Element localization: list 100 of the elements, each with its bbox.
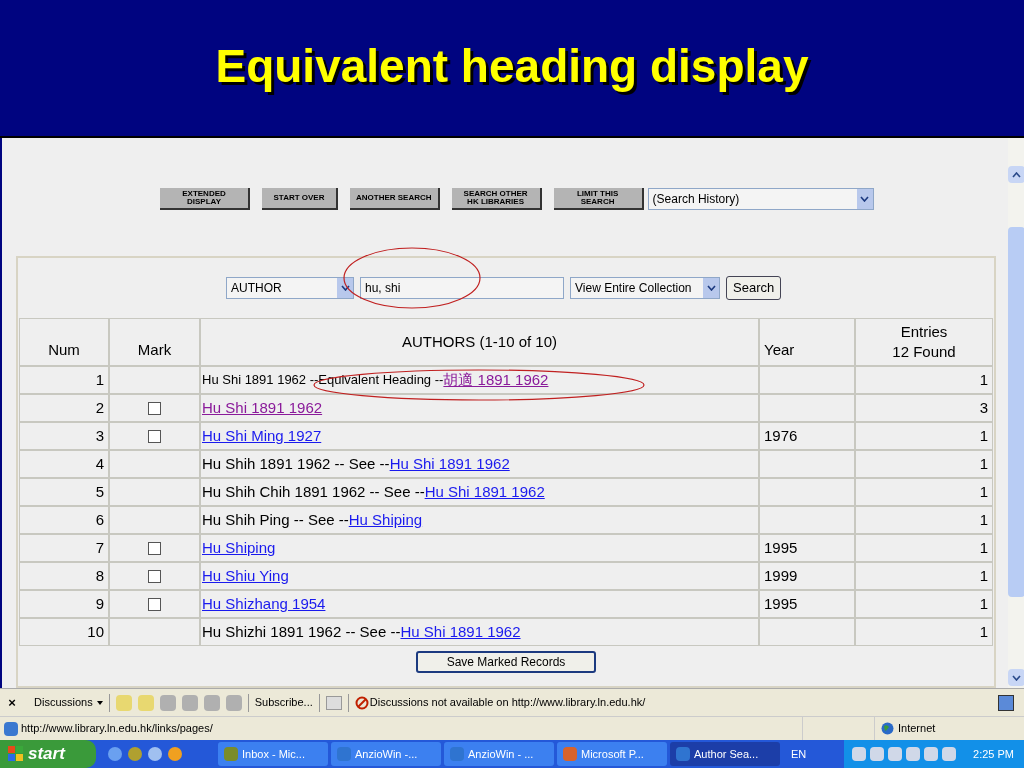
subscribe-button[interactable]: Subscribe... — [254, 694, 313, 711]
scroll-up-icon[interactable] — [1008, 166, 1024, 183]
toolbar-icon[interactable] — [159, 694, 176, 711]
table-cell: 1976 — [759, 422, 855, 450]
table-cell: 10 — [19, 618, 109, 646]
security-zone: Internet — [898, 721, 936, 737]
clock: 2:25 PM — [973, 746, 1014, 762]
cross-reference-text: Hu Shih Chih 1891 1962 -- See -- — [202, 481, 425, 502]
author-link[interactable]: Hu Shi 1891 1962 — [202, 396, 323, 420]
tray-icon[interactable] — [870, 747, 884, 761]
table-cell: 9 — [19, 590, 109, 618]
page-button[interactable]: SEARCH OTHER HK LIBRARIES — [451, 188, 542, 210]
scroll-down-icon[interactable] — [1008, 669, 1024, 686]
quick-launch-icon[interactable] — [108, 747, 122, 761]
toolbar-icon[interactable] — [225, 694, 242, 711]
help-icon[interactable] — [998, 694, 1014, 711]
table-cell: 5 — [19, 478, 109, 506]
table-cell: 1 — [19, 366, 109, 394]
toolbar-icon[interactable] — [137, 694, 154, 711]
taskbar-button[interactable]: AnzioWin - ... — [444, 742, 554, 766]
close-button[interactable]: × — [4, 692, 20, 713]
table-cell: 3 — [855, 394, 993, 422]
mark-checkbox[interactable] — [148, 569, 161, 583]
author-link[interactable]: Hu Shi 1891 1962 — [424, 480, 545, 504]
column-header: Entries 12 Found — [855, 318, 993, 366]
quick-launch-icon[interactable] — [168, 747, 182, 761]
discussions-menu[interactable]: Discussions — [34, 694, 103, 711]
table-cell: 7 — [19, 534, 109, 562]
author-link[interactable]: Hu Shi 1891 1962 — [389, 452, 510, 476]
author-link[interactable]: Hu Shizhang 1954 — [202, 592, 326, 616]
table-cell: 1999 — [759, 562, 855, 590]
mark-checkbox[interactable] — [148, 541, 161, 555]
cross-reference-text: Hu Shih Ping -- See -- — [202, 509, 349, 530]
search-button[interactable]: Search — [726, 276, 782, 300]
table-cell: 1 — [855, 618, 993, 646]
tray-icon[interactable] — [888, 747, 902, 761]
page-button[interactable]: ANOTHER SEARCH — [350, 188, 440, 210]
tray-icon[interactable] — [924, 747, 938, 761]
table-cell: 3 — [19, 422, 109, 450]
toolbar-icon[interactable] — [181, 694, 198, 711]
globe-icon — [881, 722, 894, 735]
author-link[interactable]: 胡適 1891 1962 — [443, 368, 549, 392]
toolbar-icon[interactable] — [203, 694, 220, 711]
table-cell: 1 — [855, 478, 993, 506]
author-link[interactable]: Hu Shi 1891 1962 — [400, 620, 521, 644]
windows-logo-icon — [8, 746, 24, 762]
table-cell: 1995 — [759, 590, 855, 618]
app-icon — [563, 747, 577, 761]
app-icon — [450, 747, 464, 761]
language-indicator: EN — [791, 746, 807, 762]
scope-select[interactable]: View Entire Collection — [570, 277, 720, 299]
page-button[interactable]: START OVER — [262, 188, 338, 210]
field-select[interactable]: AUTHOR — [226, 277, 354, 299]
status-url: http://www.library.ln.edu.hk/links/pages/ — [21, 721, 214, 737]
author-link[interactable]: Hu Shi Ming 1927 — [202, 424, 322, 448]
tray-icon[interactable] — [906, 747, 920, 761]
toolbar-icon[interactable] — [115, 694, 132, 711]
cross-reference-text: Hu Shizhi 1891 1962 -- See -- — [202, 621, 401, 642]
app-icon — [337, 747, 351, 761]
table-cell: 1 — [855, 534, 993, 562]
cross-reference-text: Hu Shih 1891 1962 -- See -- — [202, 453, 390, 474]
page-button[interactable]: EXTENDED DISPLAY — [160, 188, 250, 210]
page-icon — [4, 721, 18, 736]
start-button[interactable]: start — [0, 740, 96, 768]
history-select[interactable]: (Search History) — [647, 188, 874, 210]
caret-icon — [96, 700, 103, 705]
tray-icon[interactable] — [942, 747, 956, 761]
taskbar-button[interactable]: Author Sea... — [670, 742, 780, 766]
mark-checkbox[interactable] — [148, 429, 161, 443]
mark-checkbox[interactable] — [148, 401, 161, 415]
app-icon — [224, 747, 238, 761]
table-cell: 6 — [19, 506, 109, 534]
table-cell: 4 — [19, 450, 109, 478]
table-cell: 1 — [855, 422, 993, 450]
table-cell: 2 — [19, 394, 109, 422]
scroll-thumb[interactable] — [1008, 227, 1024, 597]
slide-title: Equivalent heading display — [215, 38, 809, 94]
mark-checkbox[interactable] — [148, 597, 161, 611]
table-cell: 1995 — [759, 534, 855, 562]
page-button[interactable]: LIMIT THIS SEARCH — [553, 188, 644, 210]
taskbar-button[interactable]: Microsoft P... — [557, 742, 667, 766]
app-icon — [676, 747, 690, 761]
author-link[interactable]: Hu Shiping — [202, 536, 276, 560]
panel-icon[interactable] — [325, 695, 342, 710]
column-header: Num — [19, 318, 109, 366]
table-cell: 8 — [19, 562, 109, 590]
discussions-message: Discussions not available on http://www.library.ln.edu.hk/ — [369, 695, 646, 711]
taskbar-button[interactable]: AnzioWin -... — [331, 742, 441, 766]
column-header: Year — [759, 318, 855, 366]
table-cell: 1 — [855, 450, 993, 478]
author-link[interactable]: Hu Shiping — [348, 508, 423, 532]
quick-launch-icon[interactable] — [128, 747, 142, 761]
prohibited-icon — [354, 695, 369, 710]
taskbar-button[interactable]: Inbox - Mic... — [218, 742, 328, 766]
table-cell: 1 — [855, 590, 993, 618]
tray-icon[interactable] — [852, 747, 866, 761]
author-link[interactable]: Hu Shiu Ying — [202, 564, 289, 588]
quick-launch-icon[interactable] — [148, 747, 162, 761]
save-button[interactable]: Save Marked Records — [416, 651, 596, 673]
search-field[interactable]: hu, shi — [360, 277, 564, 299]
